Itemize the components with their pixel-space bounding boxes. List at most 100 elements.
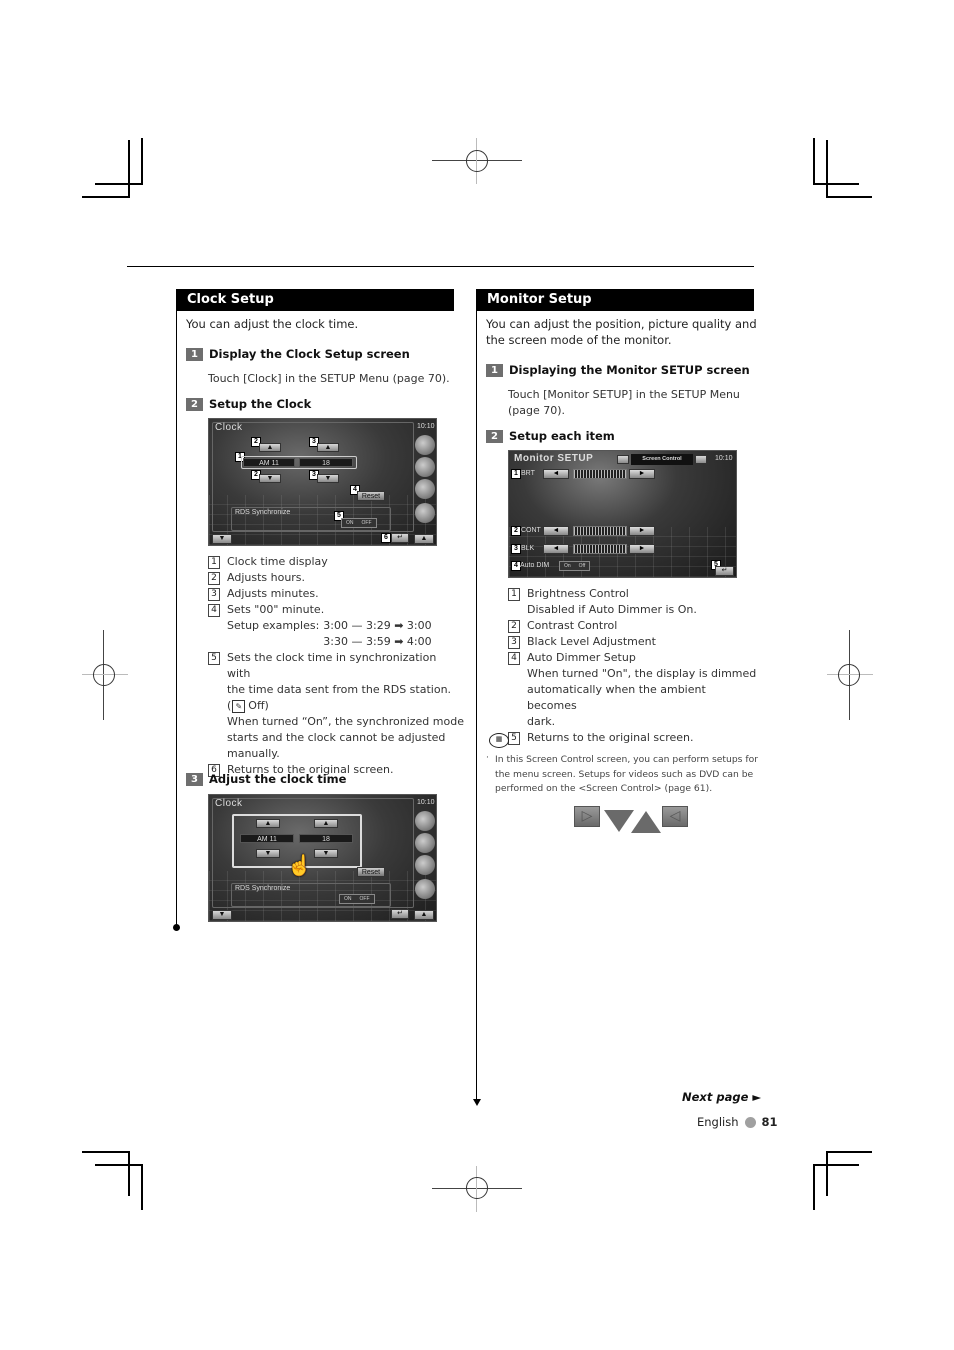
volume-up-button[interactable]: ▲ [414,534,434,544]
hour-up-button[interactable]: ▲ [256,819,280,828]
callout-2: 2 [511,526,521,536]
item-number: 5 [208,652,220,665]
separator-dot [744,1116,756,1128]
crop-mark [826,196,872,198]
monitor-step-1-text: Touch [Monitor SETUP] in the SETUP Menu … [508,388,740,417]
cont-level-bar[interactable] [573,526,627,536]
hand-pointer-icon: ☝ [287,855,312,877]
hour-display: AM 11 [240,834,294,843]
toggle-off[interactable]: OFF [358,519,376,527]
crop-mark [141,1164,143,1210]
left-column-guide [176,289,177,927]
guide-end-arrow [473,1099,481,1106]
toggle-on[interactable]: ON [340,895,356,903]
item-number: 1 [208,556,220,569]
crop-mark [95,183,143,185]
blk-decrease-button[interactable]: ◄ [543,544,569,554]
crop-mark [95,1164,143,1166]
reset-button[interactable]: Reset [357,867,385,877]
setup-example-2: 3:30 — 3:59 ➡ 4:00 [323,635,432,648]
setup-example-1: 3:00 — 3:29 ➡ 3:00 [323,619,432,632]
clock-item-list: 1 Clock time display 2 Adjusts hours. 3 … [208,554,464,778]
next-page-link[interactable]: Next page ► [682,1090,761,1104]
volume-up-button[interactable]: ▲ [414,910,434,920]
side-icon-setup[interactable] [415,457,435,477]
item-text: Sets "00" minute. [227,603,325,616]
tab-next-button[interactable] [695,455,707,464]
item-text: Contrast Control [527,619,618,632]
rds-toggle[interactable]: ON OFF [339,894,375,904]
page-footer: English 81 [697,1115,778,1129]
brt-label: BRT [521,470,535,477]
blk-level-bar[interactable] [573,544,627,554]
item-text: Adjusts minutes. [227,587,319,600]
cont-decrease-button[interactable]: ◄ [543,526,569,536]
crop-mark [813,1164,859,1166]
toggle-on[interactable]: ON [342,519,358,527]
toggle-off[interactable]: Off [575,562,590,570]
clock-step-1: 1 Display the Clock Setup screen [186,346,410,362]
item-text: Auto Dimmer Setup When turned "On", the … [527,651,757,728]
volume-down-button[interactable]: ▼ [212,534,232,544]
screen-time: 10:10 [417,799,435,806]
side-icon-audio[interactable] [415,811,435,831]
blk-increase-button[interactable]: ► [629,544,655,554]
rds-label: RDS Synchronize [235,509,291,516]
minute-down-button[interactable]: ▼ [314,849,338,858]
clock-screen-annotated: Clock 10:10 2 ▲ 3 ▲ 1 AM 11 18 2 ▼ 3 ▼ 4… [208,418,437,546]
note-text: In this Screen Control screen, you can p… [495,754,759,794]
hour-down-button[interactable]: ▼ [259,474,281,483]
volume-down-button[interactable]: ▼ [212,910,232,920]
crop-mark [813,138,815,185]
brt-decrease-button[interactable]: ◄ [543,469,569,479]
reset-button[interactable]: Reset [357,491,385,501]
minute-down-button[interactable]: ▼ [317,474,339,483]
auto-dim-toggle[interactable]: On Off [559,561,591,571]
return-button[interactable]: ↵ [715,566,734,576]
item-number: 5 [508,732,520,745]
step-title: Setup the Clock [209,397,312,411]
step-title: Displaying the Monitor SETUP screen [509,363,750,377]
side-icon-setup[interactable] [415,833,435,853]
side-icon-speaker[interactable] [415,479,435,499]
rds-toggle[interactable]: ON OFF [341,518,377,528]
screen-control-tab[interactable]: Screen Control [631,454,693,465]
callout-1: 1 [511,469,521,479]
top-rule [127,266,754,267]
brt-increase-button[interactable]: ► [629,469,655,479]
toggle-off[interactable]: OFF [356,895,374,903]
side-icon-speaker[interactable] [415,855,435,875]
list-item: 5 Sets the clock time in synchronization… [208,650,458,698]
crop-mark [826,1151,828,1196]
side-icon-audio[interactable] [415,435,435,455]
item-number: 2 [508,620,520,633]
item-text: Returns to the original screen. [527,731,694,744]
item-number: 3 [508,636,520,649]
page-number: 81 [761,1115,778,1129]
blk-label: BLK [521,545,535,552]
side-icon-user[interactable] [415,879,435,899]
item-text: Black Level Adjustment [527,635,656,648]
return-button[interactable]: ↵ [391,909,409,919]
clock-step-2: 2 Setup the Clock [186,396,311,412]
brt-level-bar[interactable] [573,469,627,479]
crop-mark [826,1151,872,1153]
cont-increase-button[interactable]: ► [629,526,655,536]
list-item: 4 Sets "00" minute. [208,602,458,618]
tab-prev-button[interactable] [617,455,629,464]
toggle-on[interactable]: On [560,562,575,570]
list-item: 2 Contrast Control [508,618,758,634]
registration-mark [93,664,115,686]
hour-up-button[interactable]: ▲ [259,443,281,452]
clock-step-3: 3 Adjust the clock time [186,771,346,787]
minute-up-button[interactable]: ▲ [314,819,338,828]
setup-examples: Setup examples: 3:00 — 3:29 ➡ 3:00 3:30 … [208,618,458,650]
return-button[interactable]: ↵ [391,533,409,543]
screen-title: Monitor SETUP [514,453,594,464]
hour-down-button[interactable]: ▼ [256,849,280,858]
crop-mark [141,138,143,185]
minute-up-button[interactable]: ▲ [317,443,339,452]
screen-time: 10:10 [715,455,733,462]
side-icon-user[interactable] [415,503,435,523]
callout-6: 6 [381,533,391,543]
